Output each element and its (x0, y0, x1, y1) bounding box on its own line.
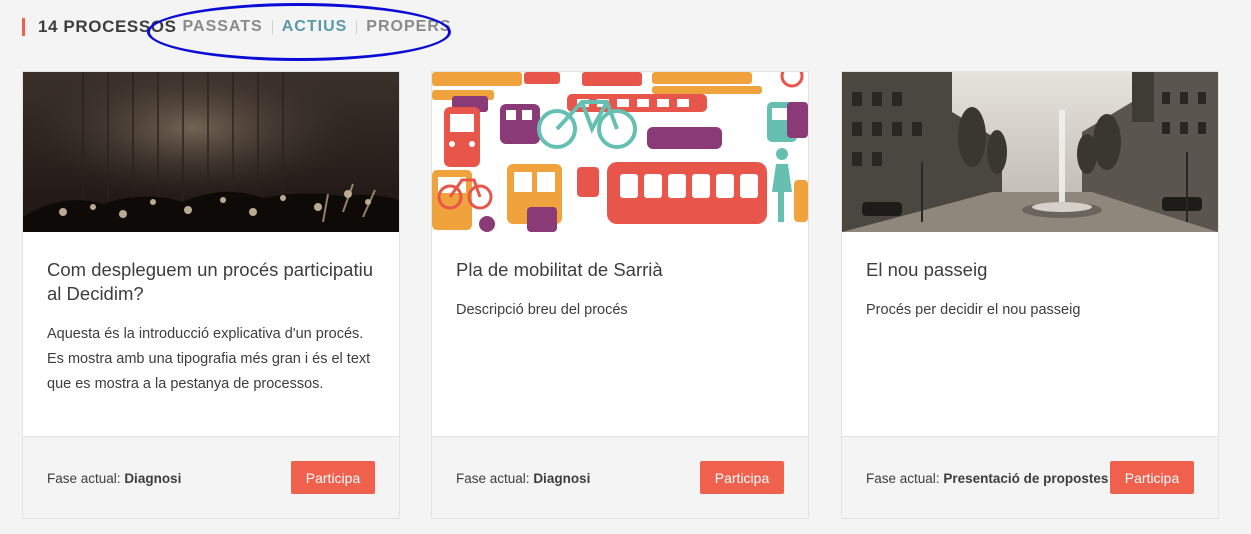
processes-header: 14 PROCESSOS PASSATS ACTIUS PROPERS (22, 16, 452, 38)
filter-propers[interactable]: PROPERS (366, 18, 451, 36)
participa-button[interactable]: Participa (700, 461, 784, 494)
phase-value: Diagnosi (533, 471, 591, 486)
current-phase: Fase actual: Diagnosi (47, 471, 181, 486)
card-description: Aquesta és la introducció explicativa d'… (47, 326, 371, 392)
card-image-mobility[interactable] (432, 72, 808, 232)
card-footer: Fase actual: Presentació de propostes Pa… (842, 436, 1218, 518)
filter-passats[interactable]: PASSATS (183, 18, 263, 36)
card-title[interactable]: Com despleguem un procés participatiu al… (47, 258, 377, 306)
phase-value: Diagnosi (124, 471, 182, 486)
phase-label: Fase actual: (456, 471, 530, 486)
process-count: 14 PROCESSOS (38, 17, 177, 36)
card-footer: Fase actual: Diagnosi Participa (432, 436, 808, 518)
header-accent-bar (22, 18, 25, 36)
filter-divider (356, 20, 358, 34)
phase-label: Fase actual: (866, 471, 940, 486)
card-title[interactable]: El nou passeig (866, 258, 1196, 282)
process-card[interactable]: Com despleguem un procés participatiu al… (22, 71, 400, 519)
current-phase: Fase actual: Presentació de propostes (866, 471, 1108, 486)
participa-button[interactable]: Participa (1110, 461, 1194, 494)
filter-actius[interactable]: ACTIUS (282, 18, 348, 36)
phase-label: Fase actual: (47, 471, 121, 486)
card-footer: Fase actual: Diagnosi Participa (23, 436, 399, 518)
card-image-promenade[interactable] (842, 72, 1218, 232)
filter-divider (271, 20, 273, 34)
card-image-concert[interactable] (23, 72, 399, 232)
participa-button[interactable]: Participa (291, 461, 375, 494)
card-title[interactable]: Pla de mobilitat de Sarrià (456, 258, 786, 282)
phase-value: Presentació de propostes (943, 471, 1109, 486)
process-card[interactable]: El nou passeig Procés per decidir el nou… (841, 71, 1219, 519)
card-description: Descripció breu del procés (456, 302, 628, 318)
card-description: Procés per decidir el nou passeig (866, 302, 1081, 318)
process-card[interactable]: Pla de mobilitat de Sarrià Descripció br… (431, 71, 809, 519)
current-phase: Fase actual: Diagnosi (456, 471, 590, 486)
